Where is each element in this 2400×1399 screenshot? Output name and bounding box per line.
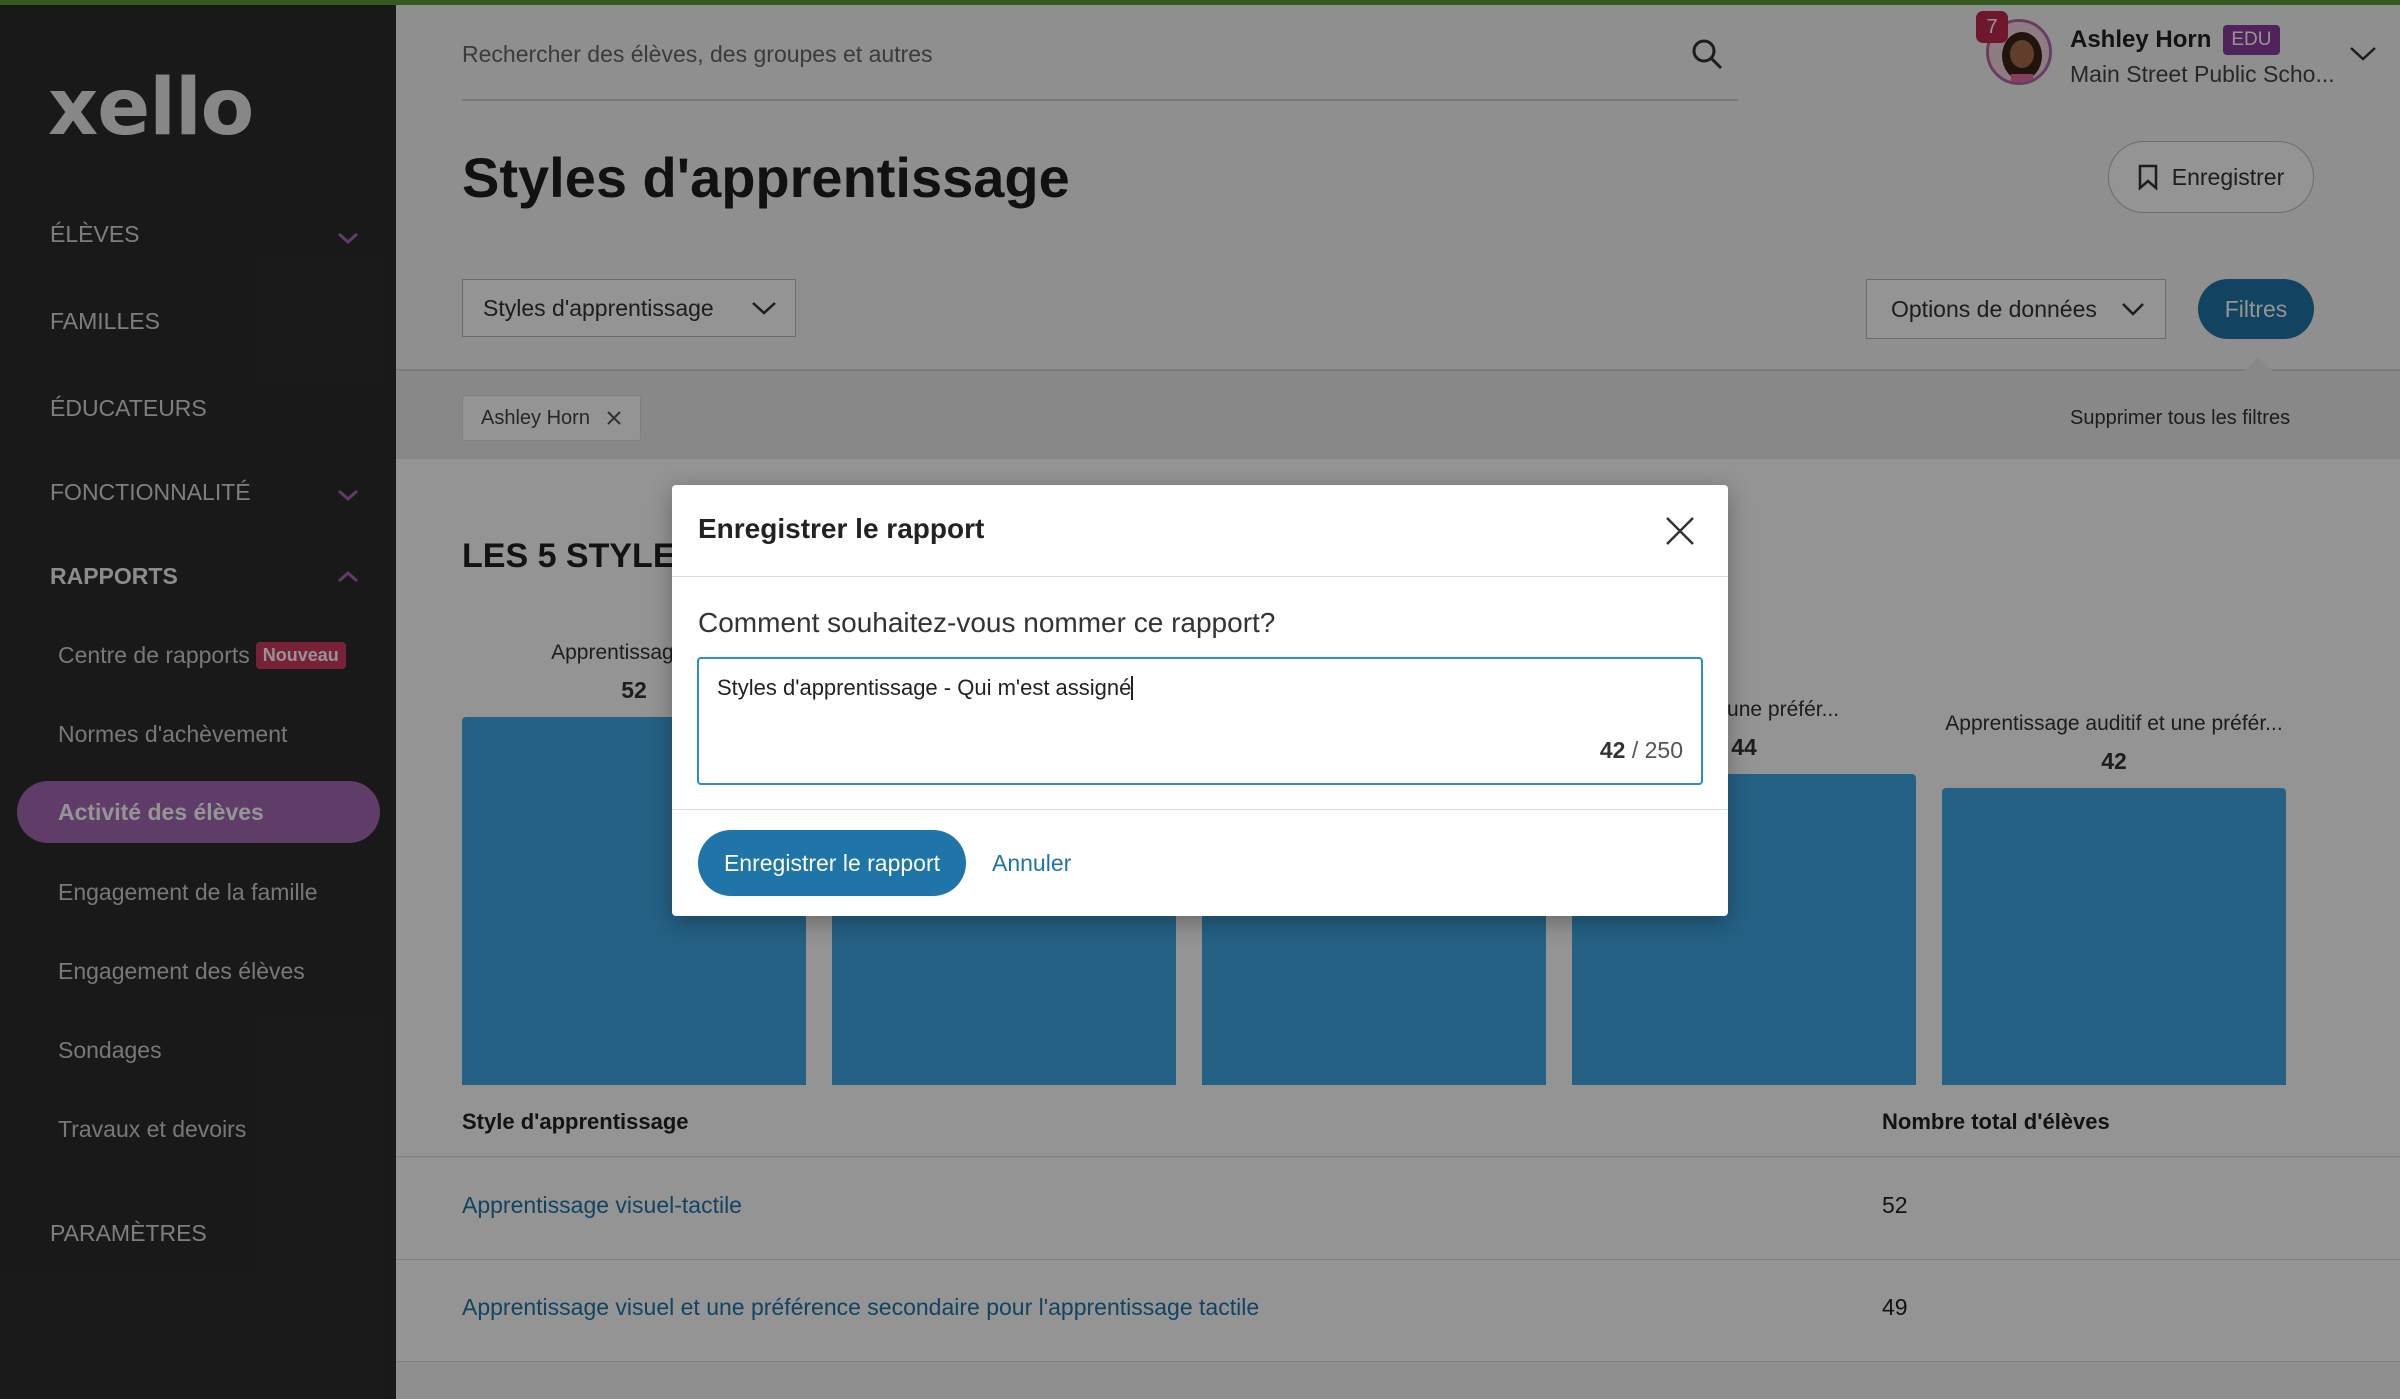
char-count: 42 — [1599, 737, 1626, 763]
confirm-save-button[interactable]: Enregistrer le rapport — [698, 830, 966, 896]
save-report-dialog: Enregistrer le rapport Comment souhaitez… — [672, 485, 1728, 916]
report-name-field[interactable]: Styles d'apprentissage - Qui m'est assig… — [697, 657, 1703, 785]
report-name-input[interactable]: Styles d'apprentissage - Qui m'est assig… — [717, 675, 1677, 701]
cancel-button[interactable]: Annuler — [992, 850, 1071, 877]
report-name-value: Styles d'apprentissage - Qui m'est assig… — [717, 675, 1132, 700]
character-counter: 42 / 250 — [1600, 737, 1683, 764]
close-icon[interactable] — [1662, 513, 1698, 549]
dialog-header: Enregistrer le rapport — [672, 485, 1728, 577]
dialog-title: Enregistrer le rapport — [698, 513, 985, 544]
text-caret — [1131, 676, 1134, 700]
dialog-footer: Enregistrer le rapport Annuler — [672, 809, 1728, 916]
dialog-question: Comment souhaitez-vous nommer ce rapport… — [698, 607, 1276, 638]
char-max: / 250 — [1631, 737, 1683, 763]
